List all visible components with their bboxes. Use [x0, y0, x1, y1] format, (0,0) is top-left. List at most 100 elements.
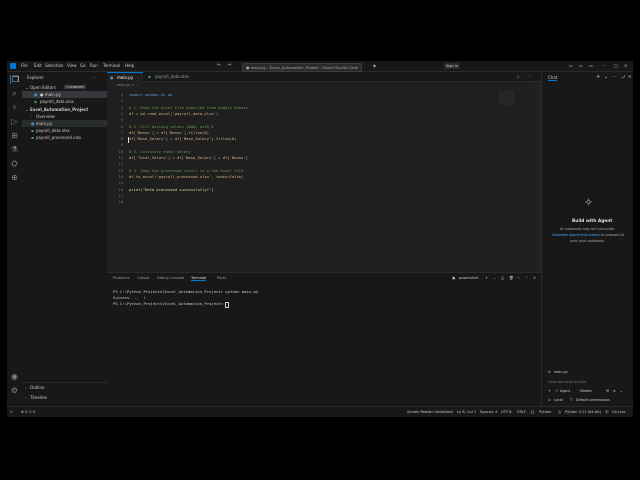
account-icon[interactable]: ◉: [10, 372, 19, 381]
maximize-icon[interactable]: □: [614, 63, 618, 68]
chevron-right-icon[interactable]: ›: [25, 395, 27, 400]
file-item-payroll-data[interactable]: ▪ payroll_data.xlsx: [22, 127, 107, 134]
python-file-icon: ●: [34, 92, 38, 97]
menu-selection[interactable]: Selection: [45, 63, 63, 68]
testing-icon[interactable]: ⚗: [10, 145, 19, 154]
tab-main-py[interactable]: ● main.py: [107, 72, 143, 82]
chevron-down-icon[interactable]: ⌄: [493, 276, 496, 280]
project-folder-header[interactable]: Excel_Automation_Project: [30, 107, 88, 112]
chat-title[interactable]: Chat: [548, 75, 558, 81]
open-editor-item-main[interactable]: ● ● main.py: [22, 91, 107, 98]
run-icon[interactable]: ▷: [517, 72, 520, 81]
new-chat-icon[interactable]: +: [596, 74, 600, 80]
status-bar: ⟐ ⊗ 0 ⚠ 0 Screen Reader Optimized Ln 8, …: [7, 406, 633, 417]
context-chip[interactable]: main.py: [554, 370, 568, 374]
more-icon[interactable]: ···: [612, 74, 616, 79]
send-icon[interactable]: ➤: [613, 389, 616, 393]
python-icon[interactable]: ⊕: [10, 173, 19, 182]
remote-icon[interactable]: ⛭: [10, 159, 19, 168]
menu-run[interactable]: Run: [90, 63, 98, 68]
generate-instructions-link[interactable]: Generate Agent Instructions: [552, 233, 600, 237]
split-icon[interactable]: ◫: [501, 276, 504, 280]
chat-input[interactable]: Describe what to build: [548, 380, 586, 384]
problems-indicator[interactable]: ⊗ 0 ⚠ 0: [21, 410, 35, 414]
chevron-down-icon[interactable]: ⌄: [25, 85, 28, 90]
file-item-main[interactable]: ● main.py: [22, 120, 107, 127]
close-icon[interactable]: ✕: [624, 63, 627, 68]
gear-icon[interactable]: ⚙: [10, 386, 19, 395]
screen-reader-status[interactable]: Screen Reader Optimized: [407, 410, 453, 414]
go-live-button[interactable]: Go Live: [612, 410, 625, 414]
forward-arrow-icon[interactable]: →: [227, 62, 231, 68]
layout-icon[interactable]: ▭: [589, 63, 593, 68]
tab-terminal[interactable]: Terminal: [191, 276, 207, 281]
tab-output[interactable]: Output: [137, 276, 149, 280]
indentation[interactable]: Spaces: 4: [480, 410, 497, 414]
minimap[interactable]: [499, 90, 515, 105]
model-picker[interactable]: Models: [580, 389, 592, 393]
back-arrow-icon[interactable]: ←: [217, 62, 221, 68]
menu-file[interactable]: File: [21, 63, 28, 68]
tab-debug-console[interactable]: Debug Console: [157, 276, 184, 280]
python-interpreter[interactable]: Python 3.12 (64-bit): [565, 410, 601, 414]
encoding[interactable]: UTF-8: [501, 410, 511, 414]
layout-icon[interactable]: ▭: [579, 63, 583, 68]
maximize-icon[interactable]: ⤢: [622, 74, 625, 79]
cursor-position[interactable]: Ln 8, Col 1: [457, 410, 476, 414]
close-icon[interactable]: ✕: [628, 74, 631, 79]
menu-view[interactable]: View: [67, 63, 77, 68]
terminal-cursor: [225, 301, 229, 308]
file-item-overview[interactable]: › Overview: [22, 113, 107, 120]
add-terminal-icon[interactable]: +: [485, 276, 488, 280]
more-icon[interactable]: ···: [527, 72, 531, 81]
tab-label: main.py: [117, 75, 134, 80]
menu-help[interactable]: Help: [125, 63, 134, 68]
layout-icon[interactable]: ▭: [569, 63, 573, 68]
tools-icon[interactable]: ⚒: [606, 389, 609, 393]
open-editors-header[interactable]: Open Editors: [30, 85, 56, 90]
line-ending[interactable]: CRLF: [517, 410, 526, 414]
bell-icon[interactable]: ◎: [558, 410, 561, 414]
command-center[interactable]: ● main.py - Excel_Automation_Project - V…: [242, 62, 362, 72]
sign-in-button[interactable]: Sign in: [444, 63, 460, 69]
code-editor[interactable]: main.py > ... 1 2 3 4 5 6 7 8 9 10 11 12 13 14 15 16 17 1…: [107, 82, 541, 270]
file-label: payroll_processed.xlsx: [36, 135, 82, 140]
tab-ports[interactable]: Ports: [217, 276, 226, 280]
more-icon[interactable]: ···: [92, 75, 96, 80]
search-icon[interactable]: ⌕: [10, 89, 19, 98]
extensions-icon[interactable]: ⊞: [10, 131, 19, 140]
maximize-panel-icon[interactable]: ⌃: [525, 276, 528, 280]
open-editor-item-xlsx[interactable]: ▪ payroll_data.xlsx: [22, 98, 107, 105]
menu-edit[interactable]: Edit: [34, 63, 42, 68]
run-debug-icon[interactable]: ▷: [10, 117, 19, 126]
chevron-right-icon[interactable]: ›: [25, 385, 27, 390]
file-item-payroll-processed[interactable]: ▪ payroll_processed.xlsx: [22, 134, 107, 141]
mode-picker[interactable]: Agent: [560, 389, 570, 393]
timeline-header[interactable]: Timeline: [30, 395, 47, 400]
explorer-icon[interactable]: ❐: [10, 75, 20, 84]
add-icon[interactable]: +: [548, 389, 551, 393]
close-panel-icon[interactable]: ✕: [533, 276, 536, 280]
remote-indicator-icon[interactable]: ⟐: [10, 410, 13, 414]
chevron-down-icon[interactable]: ⌄: [620, 389, 623, 393]
tab-problems[interactable]: Problems: [113, 276, 130, 280]
tab-payroll-data[interactable]: ▪ payroll_data.xlsx: [145, 72, 205, 81]
local-icon: ▭: [548, 398, 552, 402]
breadcrumb[interactable]: main.py > ...: [117, 83, 139, 87]
permissions-picker[interactable]: Default permissions: [576, 398, 610, 402]
attach-context-icon[interactable]: ⊘: [548, 370, 551, 374]
chevron-down-icon[interactable]: ⌄: [604, 74, 608, 80]
local-picker[interactable]: Local: [554, 398, 563, 402]
outline-header[interactable]: Outline: [30, 385, 44, 390]
editor-scrollbar[interactable]: [535, 82, 540, 270]
menu-go[interactable]: Go: [80, 63, 86, 68]
source-control-icon[interactable]: ⑂: [10, 103, 19, 112]
copilot-icon[interactable]: ◈: [373, 63, 376, 68]
more-icon[interactable]: ···: [517, 276, 520, 280]
language-mode[interactable]: Python: [539, 410, 551, 414]
chevron-down-icon[interactable]: ⌄: [25, 107, 28, 112]
minimize-icon[interactable]: –: [603, 63, 605, 68]
shell-label[interactable]: powershell: [459, 276, 478, 280]
trash-icon[interactable]: 🗑: [509, 276, 514, 280]
menu-terminal[interactable]: Terminal: [103, 63, 120, 68]
